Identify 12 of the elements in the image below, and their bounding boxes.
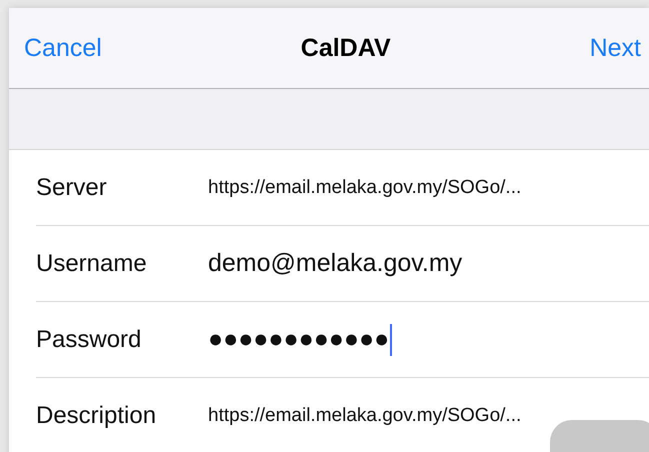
field-label: Username — [36, 250, 148, 278]
next-button[interactable]: Next — [590, 34, 641, 62]
input-field[interactable]: https://email.melaka.gov.my/SOGo/... — [208, 404, 522, 426]
field-label: Description — [36, 402, 158, 430]
text-cursor — [390, 324, 392, 356]
field-label: Server — [36, 174, 108, 202]
field-label: Password — [36, 326, 142, 354]
cancel-button[interactable]: Cancel — [24, 34, 102, 62]
input-field[interactable]: ●●●●●●●●●●●● — [208, 324, 392, 356]
input-field[interactable]: https://email.melaka.gov.my/SOGo/... — [208, 176, 522, 198]
nav-title: CalDAV — [300, 34, 391, 62]
input-field[interactable]: demo@melaka.gov.my — [208, 249, 462, 278]
